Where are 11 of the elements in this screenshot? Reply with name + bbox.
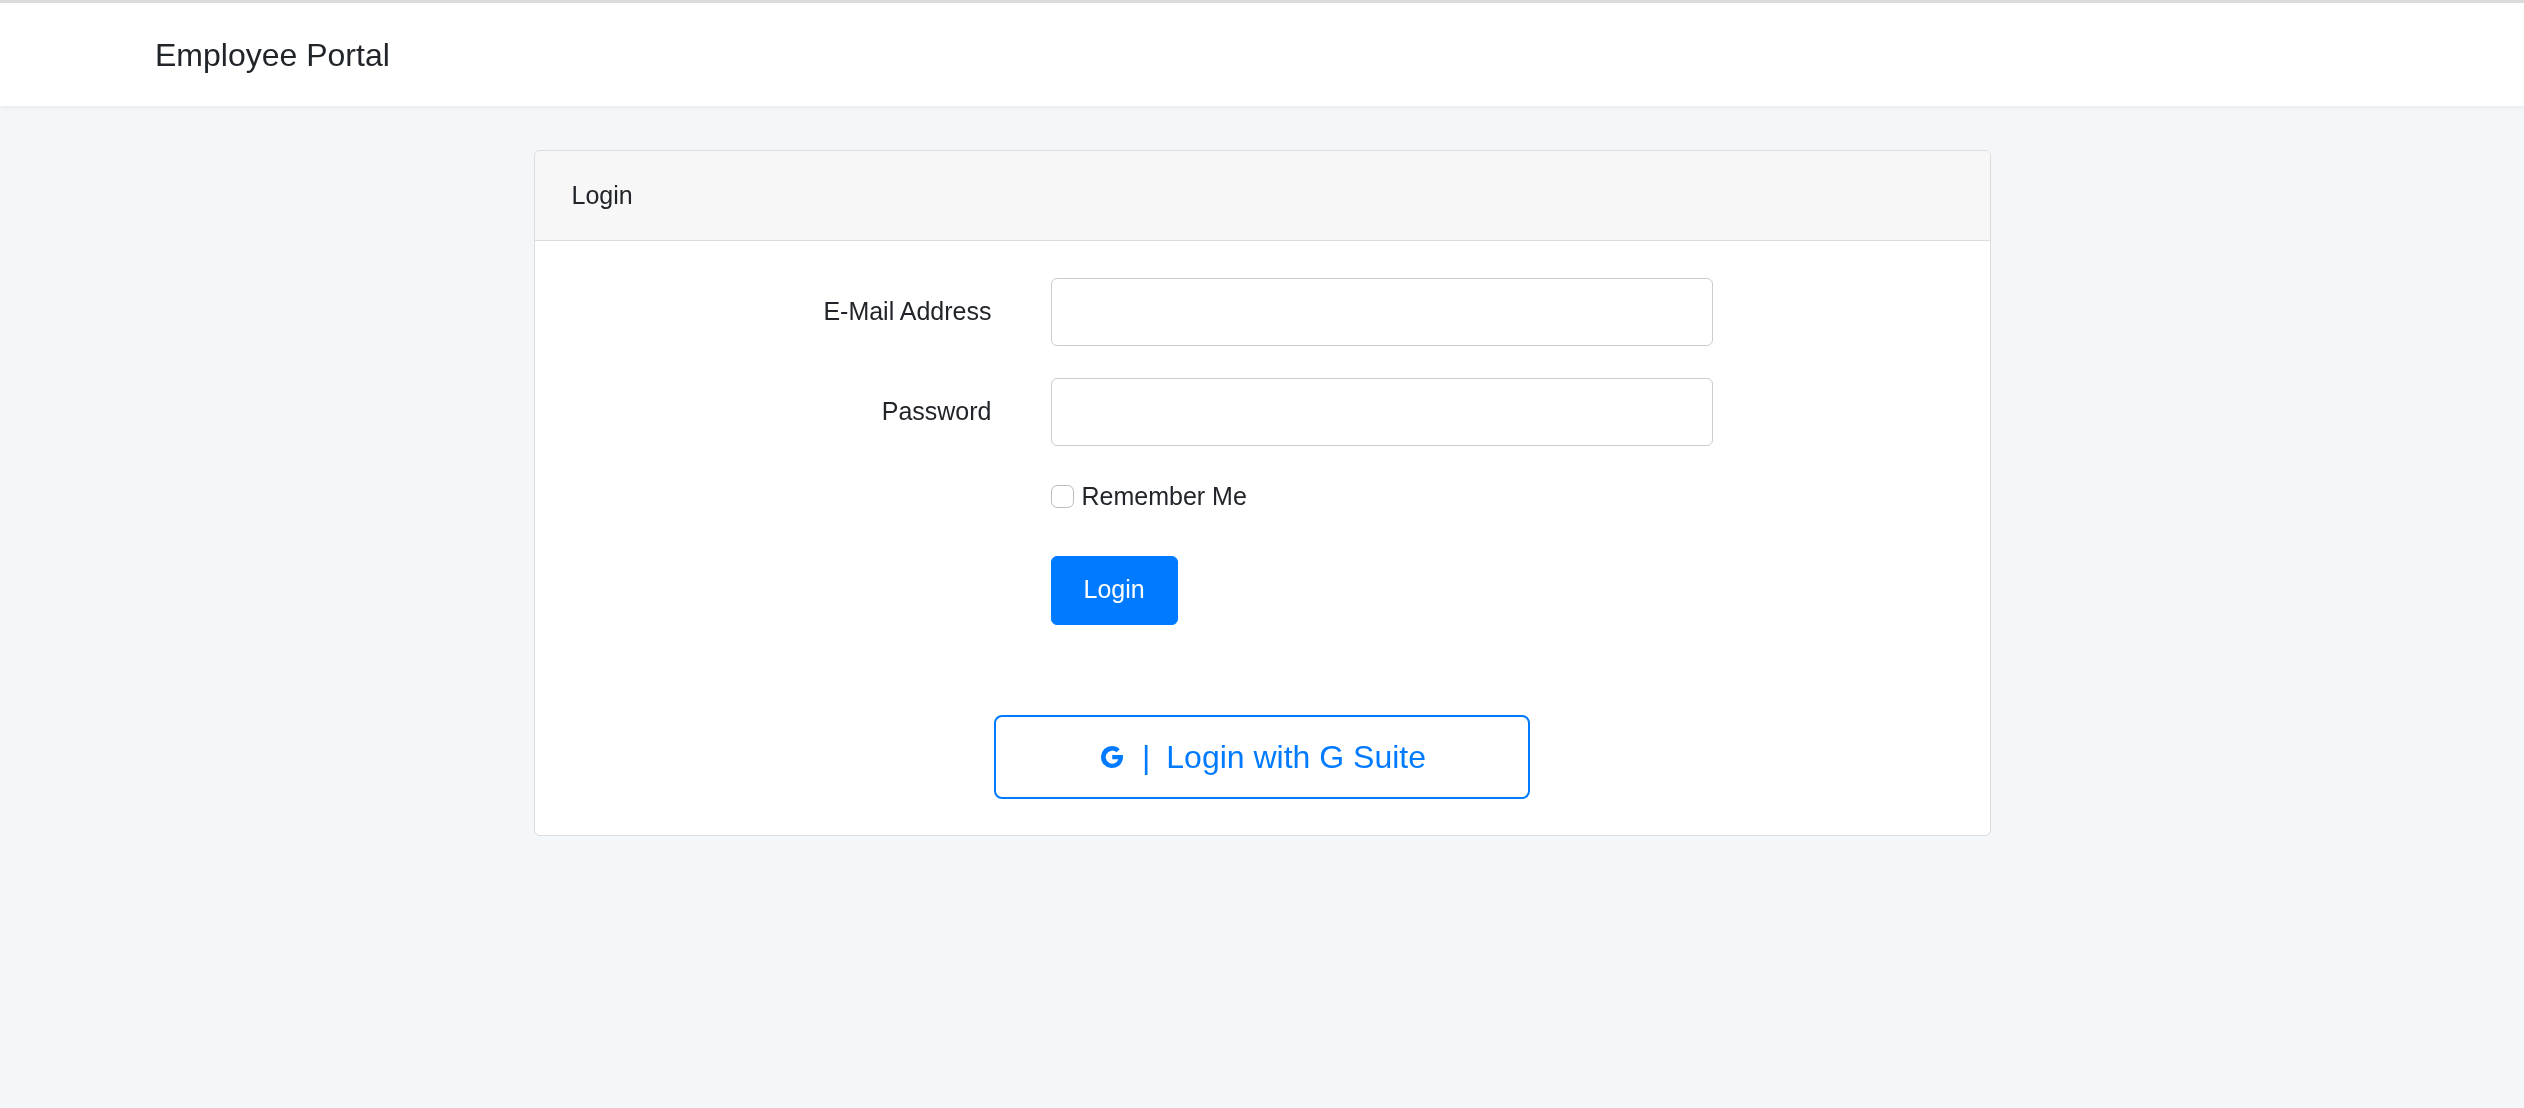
field-label: Password [880,396,992,428]
card-title: Login [571,179,633,211]
login-button[interactable]: Login [1050,555,1178,625]
remember-checkbox[interactable] [1050,485,1074,509]
input-field[interactable] [1050,378,1713,446]
input-field[interactable] [1050,278,1713,346]
remember-label[interactable]: Remember Me [1081,478,1247,516]
separator: | [1142,737,1151,777]
portal-title[interactable]: Employee Portal [155,30,390,79]
field-label: E-Mail Address [822,296,992,328]
g-suite-login-button[interactable]: | Login with G Suite [994,714,1530,799]
